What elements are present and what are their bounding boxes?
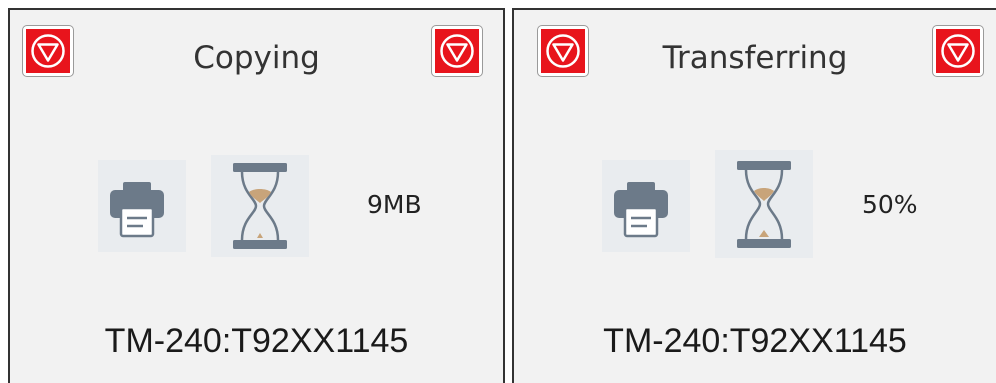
stop-icon — [440, 34, 474, 68]
printer-icon — [602, 160, 690, 252]
status-title: Transferring — [662, 40, 848, 76]
hourglass-icon — [211, 155, 309, 257]
progress-value: 50% — [862, 190, 918, 219]
transferring-panel: Transferring 50% TM-240:T92XX1145 — [512, 8, 996, 383]
progress-value: 9MB — [367, 190, 422, 219]
stop-icon — [941, 34, 975, 68]
hourglass-icon — [715, 150, 813, 258]
stop-button-right[interactable] — [431, 25, 483, 77]
copying-panel: Copying 9MB TM-240:T92XX1145 — [8, 8, 505, 383]
device-id-label: TM-240:T92XX1145 — [104, 322, 409, 360]
stop-button-right[interactable] — [932, 25, 984, 77]
printer-icon — [98, 160, 186, 252]
status-title: Copying — [193, 40, 320, 76]
device-id-label: TM-240:T92XX1145 — [603, 322, 907, 360]
